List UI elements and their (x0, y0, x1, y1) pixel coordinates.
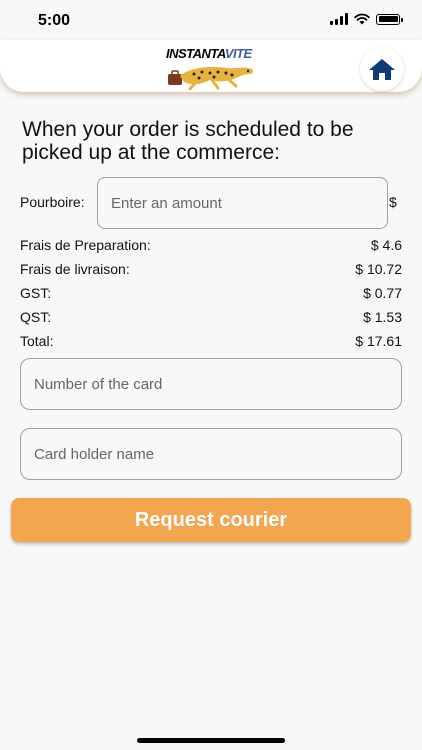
card-holder-input[interactable] (20, 428, 402, 480)
battery-icon (376, 13, 403, 25)
card-number-input[interactable] (20, 358, 402, 410)
fee-value: $ 17.61 (355, 333, 402, 349)
fee-row-gst: GST: $ 0.77 (20, 285, 402, 301)
fee-row-delivery: Frais de livraison: $ 10.72 (20, 261, 402, 277)
request-courier-button[interactable]: Request courier (11, 498, 411, 542)
fee-label: QST: (20, 309, 52, 325)
home-button[interactable] (360, 47, 404, 91)
header-bar: INSTANTAVITE (0, 40, 422, 92)
fee-value: $ 10.72 (355, 261, 402, 277)
page-heading: When your order is scheduled to be picke… (22, 118, 354, 164)
tip-amount-input[interactable] (97, 177, 388, 229)
fee-label: Frais de Preparation: (20, 237, 151, 253)
wifi-icon (354, 13, 370, 25)
status-icons (330, 13, 403, 25)
fee-value: $ 1.53 (363, 309, 402, 325)
fee-label: Total: (20, 333, 54, 349)
instantavite-logo: INSTANTAVITE (166, 46, 258, 90)
fee-value: $ 4.6 (370, 237, 402, 253)
signal-icon (330, 13, 348, 25)
currency-symbol: $ (389, 194, 397, 210)
home-icon (369, 59, 395, 80)
fee-row-preparation: Frais de Preparation: $ 4.6 (20, 237, 402, 253)
cheetah-icon (168, 66, 254, 90)
tip-label: Pourboire: (20, 194, 85, 210)
fee-value: $ 0.77 (363, 285, 402, 301)
status-bar: 5:00 (0, 0, 422, 44)
fee-label: GST: (20, 285, 52, 301)
fee-row-qst: QST: $ 1.53 (20, 309, 402, 325)
fee-row-total: Total: $ 17.61 (20, 333, 402, 349)
status-time: 5:00 (38, 12, 71, 29)
logo-text: INSTANTAVITE (166, 46, 252, 61)
home-indicator (137, 738, 285, 743)
fee-label: Frais de livraison: (20, 261, 130, 277)
